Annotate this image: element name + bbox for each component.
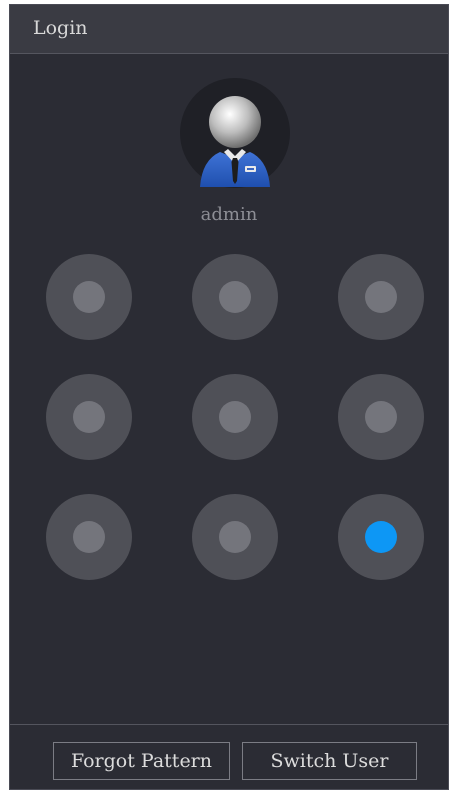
pattern-dot [219,281,251,313]
pattern-node-6[interactable] [338,374,424,460]
pattern-node-2[interactable] [192,254,278,340]
switch-user-button[interactable]: Switch User [242,742,417,780]
footer-divider [10,724,448,725]
pattern-grid[interactable] [10,5,448,789]
pattern-dot [219,521,251,553]
pattern-dot [365,401,397,433]
pattern-dot [73,521,105,553]
pattern-dot [73,401,105,433]
pattern-node-9[interactable] [338,494,424,580]
pattern-node-3[interactable] [338,254,424,340]
pattern-dot [73,281,105,313]
pattern-dot [365,521,397,553]
pattern-dot [219,401,251,433]
pattern-node-4[interactable] [46,374,132,460]
pattern-node-7[interactable] [46,494,132,580]
pattern-node-8[interactable] [192,494,278,580]
login-window: Login admin Forgot Pattern Switch User [9,4,449,790]
pattern-dot [365,281,397,313]
forgot-pattern-button[interactable]: Forgot Pattern [53,742,230,780]
pattern-node-1[interactable] [46,254,132,340]
pattern-node-5[interactable] [192,374,278,460]
